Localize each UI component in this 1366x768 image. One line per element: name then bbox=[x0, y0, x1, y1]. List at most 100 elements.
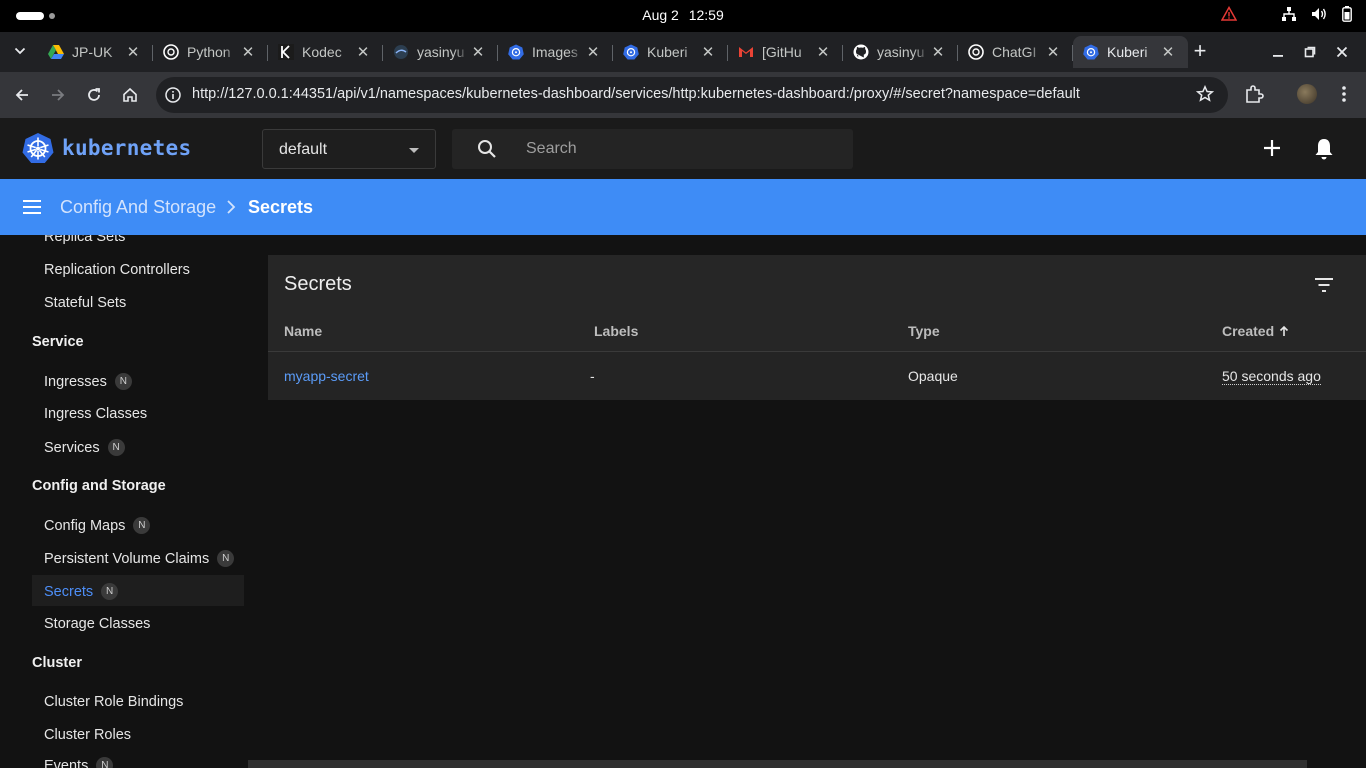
menu-hamburger-icon[interactable] bbox=[21, 196, 43, 218]
warning-icon[interactable] bbox=[1221, 6, 1237, 22]
namespace-value: default bbox=[279, 141, 328, 158]
horizontal-scrollbar[interactable] bbox=[248, 760, 1307, 768]
sidebar-item-cluster-roles[interactable]: Cluster Roles bbox=[44, 727, 131, 743]
bookmark-star-icon[interactable] bbox=[1196, 85, 1214, 103]
sidebar-item-label: Events bbox=[44, 757, 89, 768]
clock-date: Aug 2 bbox=[642, 7, 679, 23]
maximize-button[interactable] bbox=[1294, 42, 1326, 62]
tab-close-icon[interactable]: ✕ bbox=[815, 44, 831, 61]
sidebar-item-label: Replica Sets bbox=[44, 235, 126, 245]
sidebar-item-label: Ingresses bbox=[44, 373, 107, 390]
sidebar-item-cluster-role-bindings[interactable]: Cluster Role Bindings bbox=[44, 694, 183, 710]
search-box bbox=[452, 129, 853, 169]
new-tab-button[interactable]: + bbox=[1190, 40, 1210, 62]
browser-tab[interactable]: Images ✕ bbox=[498, 36, 613, 68]
tab-close-icon[interactable]: ✕ bbox=[585, 44, 601, 61]
secrets-card: Secrets Name Labels Type Created myapp-s… bbox=[268, 255, 1366, 400]
profile-avatar[interactable] bbox=[1297, 84, 1317, 104]
dropdown-caret-icon bbox=[409, 148, 419, 153]
secret-created-age[interactable]: 50 seconds ago bbox=[1222, 368, 1321, 385]
namespaced-badge: N bbox=[96, 757, 114, 768]
column-header-name[interactable]: Name bbox=[284, 323, 322, 339]
tab-close-icon[interactable]: ✕ bbox=[240, 44, 256, 61]
address-bar[interactable]: http://127.0.0.1:44351/api/v1/namespaces… bbox=[156, 77, 1228, 113]
tab-close-icon[interactable]: ✕ bbox=[125, 44, 141, 61]
tab-title: yasinyu bbox=[417, 44, 465, 60]
close-window-button[interactable] bbox=[1326, 42, 1358, 62]
browser-tab[interactable]: yasinyu ✕ bbox=[383, 36, 498, 68]
browser-tab[interactable]: Kuberi ✕ bbox=[1073, 36, 1188, 68]
clock-time: 12:59 bbox=[688, 7, 724, 23]
sidebar-item-persistent-volume-claims[interactable]: Persistent Volume Claims N bbox=[44, 550, 235, 567]
tab-title: JP-UK bbox=[72, 44, 113, 60]
more-vert-icon[interactable] bbox=[1336, 84, 1352, 104]
notifications-bell-icon[interactable] bbox=[1313, 137, 1335, 161]
secret-name-link[interactable]: myapp-secret bbox=[284, 368, 369, 384]
reload-button[interactable] bbox=[82, 83, 106, 107]
sidebar-item-stateful-sets[interactable]: Stateful Sets bbox=[44, 295, 126, 311]
arrow-left-icon bbox=[15, 89, 28, 101]
sidebar-item-label: Config Maps bbox=[44, 517, 126, 534]
tab-close-icon[interactable]: ✕ bbox=[355, 44, 371, 61]
browser-tab[interactable]: Kodec ✕ bbox=[268, 36, 383, 68]
column-header-created-label: Created bbox=[1222, 323, 1275, 339]
tab-close-icon[interactable]: ✕ bbox=[700, 44, 716, 61]
url-text[interactable]: http://127.0.0.1:44351/api/v1/namespaces… bbox=[192, 86, 1080, 102]
create-resource-icon[interactable] bbox=[1260, 136, 1284, 160]
gmail-icon bbox=[738, 44, 754, 60]
sidebar-item-secrets[interactable]: Secrets N bbox=[44, 583, 119, 600]
secret-labels: - bbox=[590, 368, 595, 384]
namespaced-badge: N bbox=[114, 373, 132, 390]
browser-tab[interactable]: yasinyu ✕ bbox=[843, 36, 958, 68]
battery-icon[interactable] bbox=[1342, 6, 1352, 22]
tab-close-icon[interactable]: ✕ bbox=[1160, 44, 1176, 61]
extensions-icon[interactable] bbox=[1243, 83, 1265, 105]
forward-button[interactable] bbox=[46, 83, 70, 107]
tab-search-button[interactable] bbox=[8, 39, 32, 63]
site-info-icon[interactable] bbox=[164, 86, 182, 104]
tab-close-icon[interactable]: ✕ bbox=[1045, 44, 1061, 61]
sidebar-item-events[interactable]: Events N bbox=[44, 757, 114, 768]
sidebar-item-label: Replication Controllers bbox=[44, 262, 190, 278]
back-button[interactable] bbox=[10, 83, 34, 107]
browser-tab[interactable]: ChatGI ✕ bbox=[958, 36, 1073, 68]
home-button[interactable] bbox=[118, 83, 142, 107]
sidebar-item-config-maps[interactable]: Config Maps N bbox=[44, 517, 151, 534]
tab-close-icon[interactable]: ✕ bbox=[930, 44, 946, 61]
sidebar-item-label: Persistent Volume Claims bbox=[44, 550, 210, 567]
system-clock[interactable]: Aug 2 12:59 bbox=[0, 7, 1366, 23]
tab-close-icon[interactable]: ✕ bbox=[470, 44, 486, 61]
home-icon bbox=[123, 87, 137, 102]
namespace-selector[interactable]: default bbox=[262, 129, 436, 169]
table-row[interactable]: myapp-secret - Opaque 50 seconds ago bbox=[268, 352, 1366, 400]
sidebar-item-label: Services bbox=[44, 439, 100, 456]
kubernetes-icon bbox=[1083, 44, 1099, 60]
browser-tab[interactable]: Kuberi ✕ bbox=[613, 36, 728, 68]
sidebar-item-replica-sets[interactable]: Replica Sets bbox=[44, 235, 125, 245]
tab-title: Kuberi bbox=[647, 44, 688, 60]
kubernetes-logo-icon bbox=[22, 133, 54, 163]
breadcrumb-parent-link[interactable]: Config And Storage bbox=[60, 197, 216, 218]
filter-list-icon[interactable] bbox=[1313, 276, 1335, 294]
sidebar-item-services[interactable]: Services N bbox=[44, 439, 125, 456]
network-icon[interactable] bbox=[1281, 6, 1297, 22]
sidebar-item-ingresses[interactable]: Ingresses N bbox=[44, 373, 132, 390]
namespaced-badge: N bbox=[107, 439, 125, 456]
column-header-type[interactable]: Type bbox=[908, 323, 940, 339]
close-icon bbox=[1336, 46, 1348, 58]
card-title: Secrets bbox=[284, 273, 352, 295]
sidebar-item-replication-controllers[interactable]: Replication Controllers bbox=[44, 262, 190, 278]
sidebar-item-ingress-classes[interactable]: Ingress Classes bbox=[44, 406, 147, 422]
os-top-bar: Aug 2 12:59 bbox=[0, 0, 1366, 32]
chatgpt-icon bbox=[163, 44, 179, 60]
column-header-created[interactable]: Created bbox=[1222, 323, 1289, 339]
kubernetes-logo-link[interactable]: kubernetes bbox=[22, 132, 191, 164]
browser-tab[interactable]: JP-UK ✕ bbox=[38, 36, 153, 68]
chevron-down-icon bbox=[14, 47, 26, 55]
volume-icon[interactable] bbox=[1311, 6, 1328, 22]
minimize-button[interactable] bbox=[1262, 42, 1294, 62]
browser-tab[interactable]: Python ✕ bbox=[153, 36, 268, 68]
browser-tab[interactable]: [GitHu ✕ bbox=[728, 36, 843, 68]
search-input[interactable] bbox=[526, 135, 826, 163]
sidebar-item-storage-classes[interactable]: Storage Classes bbox=[44, 616, 150, 632]
